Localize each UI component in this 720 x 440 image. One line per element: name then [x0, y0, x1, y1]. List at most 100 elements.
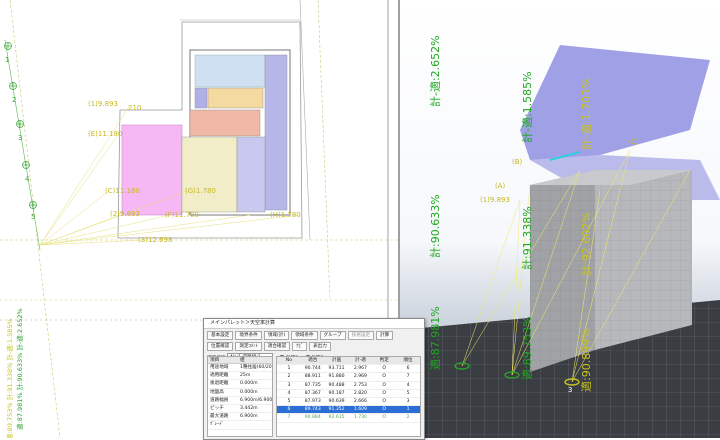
cell: 90.488 [328, 382, 345, 388]
prop-value: 0.000m [240, 381, 258, 387]
point-label: (1)9.893 [480, 196, 510, 204]
point-label: (E)11.180 [88, 130, 123, 138]
prop-value: 6.900m [240, 414, 258, 420]
property-row: 地盤高 0.000m [208, 389, 272, 397]
prop-key: 用途地域 [210, 365, 229, 370]
cell: 2.967 [353, 366, 367, 372]
view-3d[interactable]: 計-適:2.652% 計:90.633% 適:87.981% 計-適:1.585… [400, 0, 720, 438]
point-label: (C) [628, 138, 639, 146]
prop-value: 25m [240, 373, 251, 379]
cell: O [382, 415, 387, 421]
cell: 1 [406, 407, 410, 413]
table-row-selected[interactable]: 6 89.743 91.352 1.609 O 1 [277, 406, 420, 415]
table-row[interactable]: 5 87.973 90.639 2.666 O 3 [277, 398, 420, 407]
cell: 2.753 [353, 382, 367, 388]
cell: O [382, 382, 387, 388]
prop-value: 0.000m [240, 389, 258, 395]
technical-settings-button[interactable]: 技術設定 [347, 331, 375, 340]
position-check-button[interactable]: 位置確認 [207, 342, 234, 351]
prop-value: 6.900m/6.900m [240, 397, 272, 403]
cell: 87.735 [304, 382, 321, 388]
point-label: (A) [495, 182, 506, 190]
property-row: ｸﾞﾚｰﾄﾞ [208, 421, 272, 430]
point-label: (3)12.698 [138, 236, 173, 244]
axis-label-1: 1 [5, 56, 10, 64]
cell: 6 [406, 366, 410, 372]
prop-key: 適用距離 [210, 373, 229, 379]
cell: O [382, 407, 387, 413]
point-label: (G)1.780 [185, 187, 216, 195]
cell: 1.730 [353, 415, 367, 421]
cell: O [382, 366, 387, 372]
props-header-value: 値 [240, 358, 245, 363]
calculate-button[interactable]: 計算 [376, 331, 394, 340]
cell: 91.880 [328, 374, 345, 380]
prop-key: 最大道路 [210, 414, 229, 420]
basic-settings-button[interactable]: 基本設定 [207, 331, 234, 340]
prop-value: 1種住居(60/200) [240, 365, 272, 370]
cell: O [382, 398, 387, 404]
point-label: (H)1.780 [270, 211, 301, 219]
cell: 87.973 [304, 398, 321, 404]
cell: 90.744 [304, 366, 321, 372]
area-conditions-button[interactable]: 領域条件 [291, 331, 318, 340]
cell: 1 [287, 366, 291, 372]
cell: 93.711 [328, 366, 345, 372]
table-row[interactable]: 2 88.911 91.880 2.969 O 7 [277, 373, 420, 382]
navi-button[interactable]: ﾅﾋﾞ [292, 342, 308, 351]
point-label: (C)11.180 [105, 187, 140, 195]
cell: 7 [287, 415, 291, 421]
col-no: No [285, 358, 293, 363]
cell: 3 [406, 398, 410, 404]
axis-label-2: 2 [12, 96, 17, 104]
result-label: 計:92.602% [580, 212, 593, 276]
point-label: (2)9.893 [110, 210, 140, 218]
col-judgement: 判定 [379, 358, 389, 363]
table-row[interactable]: 4 87.367 90.187 2.820 O 5 [277, 390, 420, 398]
result-label: 適:90.899% [580, 328, 593, 392]
table-output-button[interactable]: 表出力 [309, 342, 331, 351]
cell: 90.884 [304, 415, 321, 421]
area-plan-button[interactable]: 領域(計) [263, 331, 290, 340]
result-label: 適:89.753% [521, 316, 534, 380]
results-table[interactable]: No 適合 計画 計-適 判定 順位 1 90.744 93.711 2.967 O 6 … [276, 356, 421, 437]
point-label: (F)11.780 [165, 211, 199, 219]
table-row[interactable]: 3 87.735 90.488 2.753 O 4 [277, 382, 420, 390]
result-label: 計:90.633% [429, 194, 442, 258]
table-row[interactable]: 1 90.744 93.711 2.967 O 6 [277, 365, 420, 374]
point-label: (B) [512, 158, 523, 166]
point-label: (1)9.893 [88, 100, 118, 108]
cell: 2.820 [353, 390, 367, 396]
property-row: 道路幅員 6.900m/6.900m [208, 397, 272, 405]
property-row: 最大道路 6.900m [208, 413, 272, 422]
boundary-conditions-button[interactable]: 境界条件 [235, 331, 262, 340]
property-row: 適用距離 25m [208, 372, 272, 381]
cell: 1.609 [353, 407, 367, 413]
axis-label-4: 4 [25, 175, 30, 183]
cell: 4 [287, 390, 291, 396]
cell: 2.969 [353, 374, 367, 380]
cell: 88.911 [304, 374, 321, 380]
cell: 6 [287, 407, 291, 413]
result-label: 計-適:1.703% [580, 78, 593, 150]
sky-ratio-dialog[interactable]: メインパレット＞天空率計算 基本設定 境界条件 領域(計) 領域条件 グループ … [203, 318, 425, 440]
group-button[interactable]: グループ [319, 331, 346, 340]
property-row: 用途地域 1種住居(60/200) [208, 364, 272, 373]
conformity-check-button[interactable]: 適合確認 [263, 342, 291, 351]
properties-header: 項目 値 [208, 357, 272, 364]
measure-comment-button[interactable]: 測定ｺﾒﾝﾄ [235, 342, 262, 351]
prop-value [240, 421, 272, 428]
result-label: 計:91.338% [521, 206, 534, 270]
property-row: 後退距離 0.000m [208, 380, 272, 389]
prop-key: 後退距離 [210, 381, 229, 387]
property-row: ピッチ 3.442m [208, 405, 272, 414]
prop-key: 道路幅員 [210, 397, 229, 403]
cell: 89.743 [304, 407, 321, 413]
vertical-readout: 適:89.753% 計:91.338% 計-適:1.585% [6, 318, 14, 438]
point-label: 210 [128, 104, 142, 112]
prop-key: 地盤高 [210, 389, 224, 395]
table-row[interactable]: 7 90.884 92.615 1.730 O 2 [277, 414, 420, 423]
cell: O [382, 374, 387, 380]
col-diff: 計-適 [354, 358, 366, 363]
cell: 2 [406, 415, 410, 421]
